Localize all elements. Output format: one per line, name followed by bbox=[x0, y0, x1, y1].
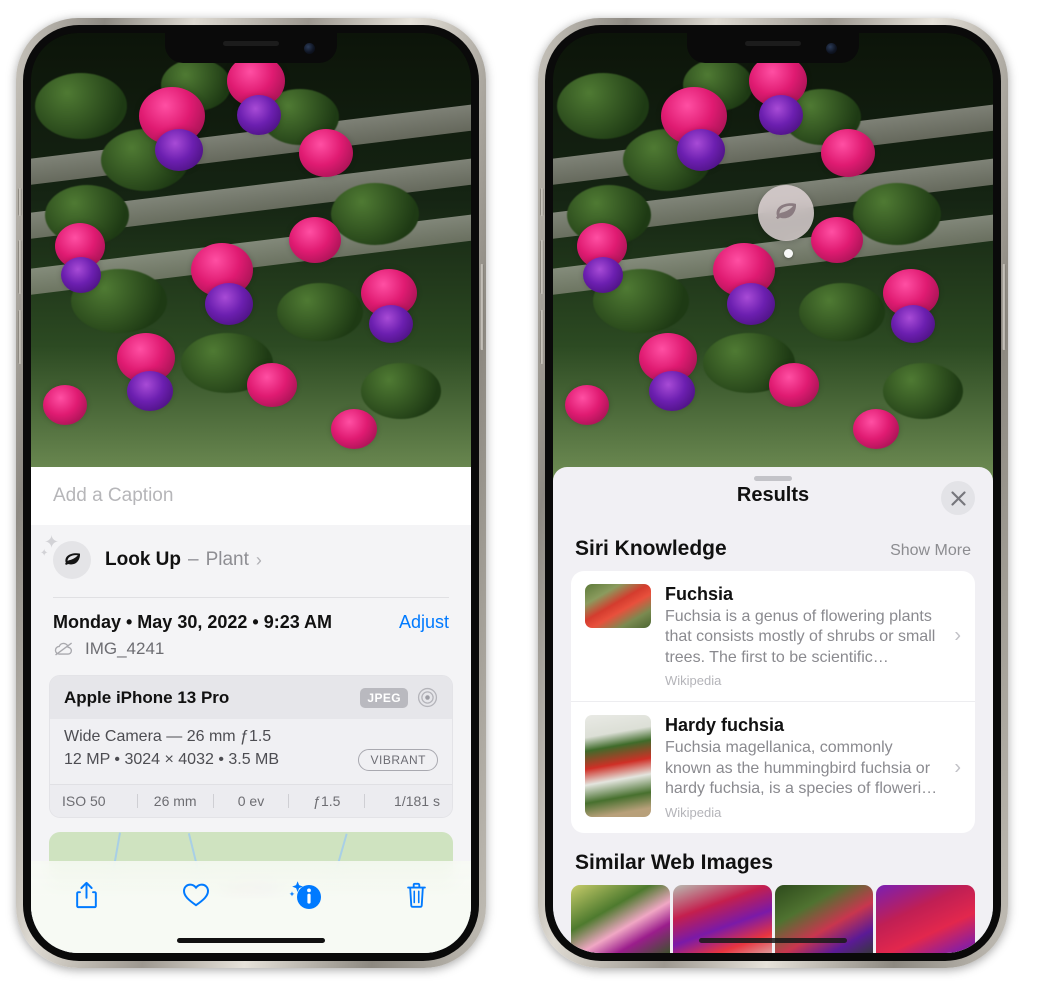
result-thumbnail bbox=[585, 715, 651, 818]
adjust-button[interactable]: Adjust bbox=[399, 612, 449, 633]
heart-icon[interactable] bbox=[174, 875, 218, 915]
camera-device: Apple iPhone 13 Pro bbox=[64, 687, 230, 707]
caption-placeholder: Add a Caption bbox=[53, 485, 174, 506]
show-more-button[interactable]: Show More bbox=[890, 542, 971, 560]
mute-switch[interactable] bbox=[540, 188, 544, 216]
volume-up-button[interactable] bbox=[18, 240, 22, 294]
sheet-title: Results bbox=[736, 483, 810, 506]
visual-look-up-anchor-dot bbox=[784, 249, 793, 258]
exif-shutter: 1/181 s bbox=[394, 793, 440, 809]
cloud-slash-icon bbox=[54, 642, 73, 656]
similar-image-thumb[interactable] bbox=[571, 884, 670, 953]
info-sparkle-icon[interactable] bbox=[284, 875, 328, 915]
raw-target-icon bbox=[417, 687, 438, 708]
siri-knowledge-list: Fuchsia Fuchsia is a genus of flowering … bbox=[571, 571, 975, 833]
photo-filename: IMG_4241 bbox=[85, 639, 165, 658]
chevron-right-icon: › bbox=[255, 549, 262, 570]
list-item[interactable]: Fuchsia Fuchsia is a genus of flowering … bbox=[571, 571, 975, 701]
screenshot-stage: Add a Caption ✦ ✦ Look Up – Plant › Mond… bbox=[0, 0, 1055, 985]
exif-aperture: ƒ1.5 bbox=[313, 793, 341, 809]
earpiece-speaker bbox=[223, 41, 279, 46]
caption-input[interactable]: Add a Caption bbox=[31, 467, 471, 525]
exif-focal: 26 mm bbox=[153, 793, 197, 809]
front-camera-icon bbox=[304, 43, 315, 54]
exif-ev: 0 ev bbox=[237, 793, 265, 809]
result-description: Fuchsia magellanica, commonly known as t… bbox=[665, 739, 938, 798]
leaf-icon: ✦ ✦ bbox=[40, 533, 91, 579]
sheet-header: Results bbox=[553, 467, 993, 523]
metadata-card[interactable]: Apple iPhone 13 Pro JPEG Wide Camera — 2… bbox=[49, 675, 453, 818]
sparkles-small-icon: ✦ bbox=[40, 548, 49, 559]
volume-down-button[interactable] bbox=[540, 310, 544, 364]
volume-down-button[interactable] bbox=[18, 310, 22, 364]
phone-screen-right: Results Siri Knowledge Show More Fuchsia… bbox=[553, 33, 993, 953]
trash-icon[interactable] bbox=[394, 875, 438, 915]
look-up-label: Look Up bbox=[105, 549, 181, 570]
notch bbox=[687, 33, 859, 63]
result-source: Wikipedia bbox=[665, 673, 722, 689]
results-sheet: Results Siri Knowledge Show More Fuchsia… bbox=[553, 467, 993, 953]
visual-look-up-badge[interactable] bbox=[758, 185, 814, 241]
format-badge: JPEG bbox=[360, 687, 408, 708]
volume-up-button[interactable] bbox=[540, 240, 544, 294]
home-indicator[interactable] bbox=[699, 938, 847, 943]
close-icon[interactable] bbox=[941, 481, 975, 515]
siri-knowledge-title: Siri Knowledge bbox=[575, 537, 727, 560]
exif-iso: ISO 50 bbox=[62, 793, 106, 809]
visual-look-up-ui: Results Siri Knowledge Show More Fuchsia… bbox=[553, 33, 993, 953]
similar-image-thumb[interactable] bbox=[876, 884, 975, 953]
share-icon[interactable] bbox=[64, 875, 108, 915]
photo-detail-ui: Add a Caption ✦ ✦ Look Up – Plant › Mond… bbox=[31, 33, 471, 953]
date-row: Monday • May 30, 2022 • 9:23 AM Adjust bbox=[31, 598, 471, 635]
metadata-header: Apple iPhone 13 Pro JPEG bbox=[50, 676, 452, 719]
power-button[interactable] bbox=[480, 264, 484, 350]
file-size-info: 12 MP • 3024 × 4032 • 3.5 MB bbox=[64, 751, 280, 768]
filename-row: IMG_4241 bbox=[31, 635, 471, 659]
siri-knowledge-header: Siri Knowledge Show More bbox=[553, 523, 993, 571]
similar-web-images-title: Similar Web Images bbox=[575, 850, 774, 874]
look-up-row[interactable]: ✦ ✦ Look Up – Plant › bbox=[31, 525, 471, 597]
phone-screen-left: Add a Caption ✦ ✦ Look Up – Plant › Mond… bbox=[31, 33, 471, 953]
phone-right: Results Siri Knowledge Show More Fuchsia… bbox=[538, 18, 1008, 968]
phone-left: Add a Caption ✦ ✦ Look Up – Plant › Mond… bbox=[16, 18, 486, 968]
chevron-right-icon: › bbox=[954, 624, 961, 647]
mute-switch[interactable] bbox=[18, 188, 22, 216]
leaf-icon bbox=[775, 203, 797, 220]
power-button[interactable] bbox=[1002, 264, 1006, 350]
home-indicator[interactable] bbox=[177, 938, 325, 943]
photo-date: Monday • May 30, 2022 • 9:23 AM bbox=[53, 612, 333, 632]
earpiece-speaker bbox=[745, 41, 801, 46]
chevron-right-icon: › bbox=[954, 756, 961, 779]
photo-toolbar bbox=[31, 861, 471, 953]
metadata-body: Wide Camera — 26 mm ƒ1.5 12 MP • 3024 × … bbox=[50, 719, 452, 784]
result-source: Wikipedia bbox=[665, 804, 722, 820]
result-title: Hardy fuchsia bbox=[665, 715, 785, 736]
look-up-subject: Plant bbox=[205, 549, 249, 570]
list-item[interactable]: Hardy fuchsia Fuchsia magellanica, commo… bbox=[571, 701, 975, 832]
photographic-style-badge: VIBRANT bbox=[358, 749, 438, 771]
front-camera-icon bbox=[826, 43, 837, 54]
result-title: Fuchsia bbox=[665, 584, 734, 604]
look-up-dash: – bbox=[188, 549, 199, 570]
lens-info: Wide Camera — 26 mm ƒ1.5 bbox=[64, 728, 272, 745]
result-thumbnail bbox=[585, 584, 651, 628]
result-description: Fuchsia is a genus of flowering plants t… bbox=[665, 608, 936, 666]
look-up-label-group: Look Up – Plant › bbox=[105, 549, 262, 571]
info-panel: ✦ ✦ Look Up – Plant › Monday • May 30, 2… bbox=[31, 525, 471, 953]
exif-row: ISO 50 26 mm 0 ev ƒ1.5 1/181 s bbox=[50, 784, 452, 817]
notch bbox=[165, 33, 337, 63]
